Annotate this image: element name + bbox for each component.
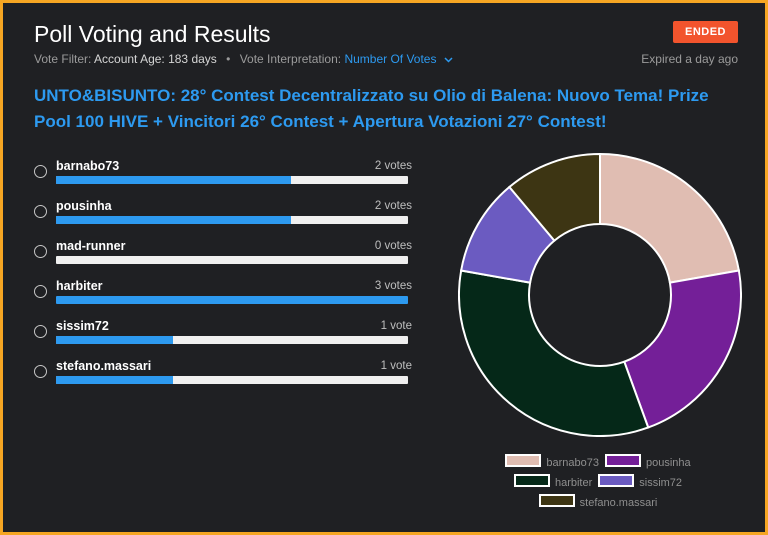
- legend-label: harbiter: [554, 477, 593, 489]
- vote-progress-fill: [56, 296, 408, 304]
- donut-slice-barnabo73: [599, 153, 741, 284]
- vote-progress-bar: [56, 376, 408, 384]
- poll-option[interactable]: barnabo73 2 votes: [34, 157, 412, 197]
- vote-count: 1 vote: [380, 320, 412, 332]
- poll-panel: Poll Voting and Results ENDED Vote Filte…: [3, 3, 765, 532]
- legend-swatch: [604, 454, 641, 467]
- vote-filter-label: Vote Filter:: [34, 52, 92, 66]
- legend-swatch: [513, 474, 550, 487]
- options-list: barnabo73 2 votes pousinha 2 votes mad-runne…: [34, 157, 412, 397]
- expiry-text: Expired a day ago: [641, 52, 738, 66]
- legend-label: barnabo73: [546, 457, 599, 469]
- poll-option[interactable]: harbiter 3 votes: [34, 277, 412, 317]
- vote-count: 0 votes: [374, 240, 412, 252]
- donut-slice-harbiter: [458, 269, 650, 437]
- option-name: harbiter: [56, 279, 103, 293]
- legend-item[interactable]: sissim72: [598, 473, 682, 493]
- option-name: pousinha: [56, 199, 112, 213]
- legend-label: pousinha: [645, 457, 691, 469]
- legend-item[interactable]: barnabo73: [505, 453, 599, 473]
- radio-button[interactable]: [34, 365, 47, 378]
- vote-progress-bar: [56, 336, 408, 344]
- vote-count: 2 votes: [374, 160, 412, 172]
- vote-progress-fill: [56, 216, 291, 224]
- separator: •: [226, 52, 231, 66]
- option-name: mad-runner: [56, 239, 126, 253]
- radio-button[interactable]: [34, 325, 47, 338]
- legend-label: sissim72: [639, 477, 683, 489]
- vote-interpretation-label: Vote Interpretation:: [239, 52, 342, 66]
- vote-count: 1 vote: [380, 360, 412, 372]
- legend-item[interactable]: harbiter: [513, 473, 593, 493]
- vote-count: 3 votes: [374, 280, 412, 292]
- vote-progress-fill: [56, 336, 174, 344]
- vote-filter-value: Account Age: 183 days: [94, 52, 217, 66]
- vote-progress-bar: [56, 256, 408, 264]
- legend-swatch: [598, 474, 635, 487]
- status-badge: ENDED: [672, 21, 738, 43]
- poll-option[interactable]: pousinha 2 votes: [34, 197, 412, 237]
- radio-button[interactable]: [34, 205, 47, 218]
- vote-count: 2 votes: [374, 200, 412, 212]
- option-name: stefano.massari: [56, 359, 152, 373]
- option-name: barnabo73: [56, 159, 120, 173]
- vote-progress-fill: [56, 176, 291, 184]
- poll-option[interactable]: sissim72 1 vote: [34, 317, 412, 357]
- vote-filter-bar: Vote Filter: Account Age: 183 days • Vot…: [34, 52, 453, 66]
- radio-button[interactable]: [34, 165, 47, 178]
- radio-button[interactable]: [34, 245, 47, 258]
- vote-progress-bar: [56, 176, 408, 184]
- donut-slice-pousinha: [623, 269, 742, 429]
- vote-interpretation-dropdown[interactable]: Number Of Votes: [344, 52, 453, 66]
- vote-progress-bar: [56, 296, 408, 304]
- vote-progress-fill: [56, 376, 174, 384]
- page-title: Poll Voting and Results: [34, 21, 271, 47]
- results-donut-chart: [458, 153, 742, 437]
- poll-option[interactable]: stefano.massari 1 vote: [34, 357, 412, 397]
- vote-progress-bar: [56, 216, 408, 224]
- option-name: sissim72: [56, 319, 109, 333]
- poll-option[interactable]: mad-runner 0 votes: [34, 237, 412, 277]
- radio-button[interactable]: [34, 285, 47, 298]
- legend-item[interactable]: pousinha: [604, 453, 691, 473]
- poll-question: UNTO&BISUNTO: 28° Contest Decentralizzat…: [34, 86, 709, 131]
- legend-swatch: [538, 494, 575, 507]
- legend-item[interactable]: stefano.massari: [538, 493, 658, 513]
- legend-swatch: [505, 454, 542, 467]
- legend-label: stefano.massari: [579, 497, 658, 509]
- vote-interpretation-value: Number Of Votes: [344, 52, 437, 66]
- chart-legend: barnabo73 pousinha harbiter sissim72 stefano…: [433, 453, 763, 513]
- chevron-down-icon: [444, 55, 453, 66]
